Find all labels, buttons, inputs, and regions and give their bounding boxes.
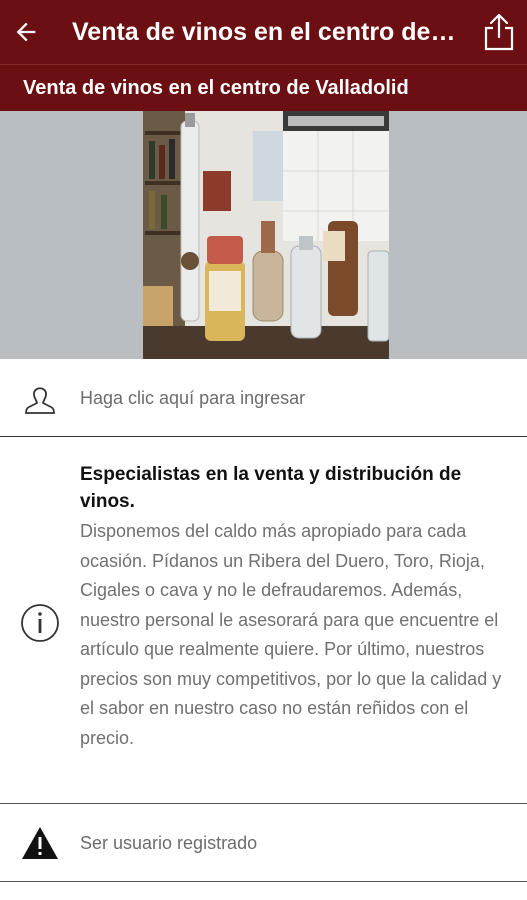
- login-row[interactable]: Haga clic aquí para ingresar: [0, 360, 527, 437]
- register-text: Ser usuario registrado: [80, 832, 258, 853]
- info-section: Especialistas en la venta y distribución…: [0, 438, 527, 804]
- share-icon: [484, 13, 514, 51]
- arrow-left-icon: [16, 22, 36, 42]
- share-button[interactable]: [471, 0, 527, 64]
- person-outline-icon: [25, 387, 55, 414]
- page-subtitle: Venta de vinos en el centro de Valladoli…: [0, 64, 527, 111]
- info-heading: Especialistas en la venta y distribución…: [80, 464, 462, 512]
- warning-triangle-icon: [22, 827, 58, 859]
- hero-image-area: [0, 111, 527, 359]
- login-text: Haga clic aquí para ingresar: [80, 387, 306, 408]
- info-description: Disponemos del caldo más apropiado para …: [80, 521, 502, 748]
- register-row[interactable]: Ser usuario registrado: [0, 805, 527, 882]
- wine-bottles-photo: [143, 111, 389, 359]
- app-bar: Venta de vinos en el centro de Valladoli…: [0, 0, 527, 64]
- info-circle-icon: [21, 604, 59, 642]
- back-button[interactable]: [2, 0, 50, 64]
- page-title: Venta de vinos en el centro de Valladoli…: [72, 17, 471, 46]
